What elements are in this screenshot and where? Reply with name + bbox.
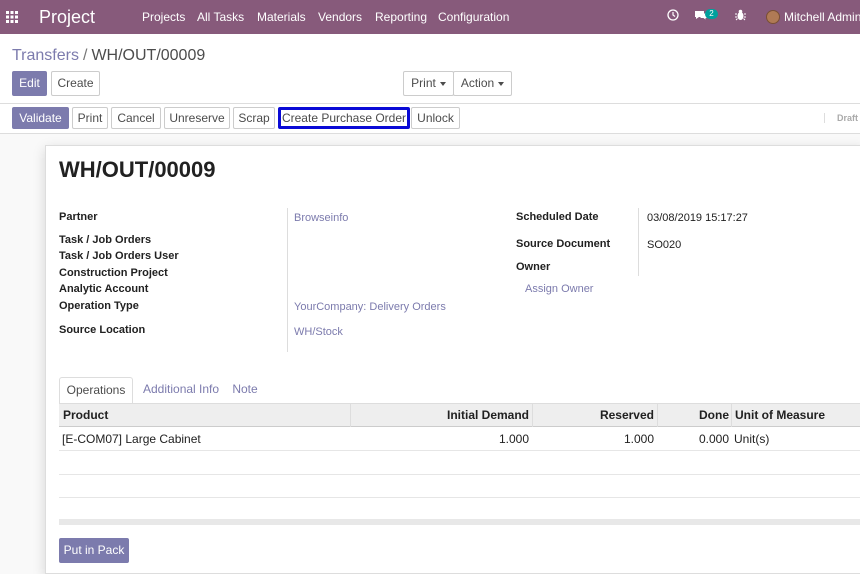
create-purchase-order-button[interactable]: Create Purchase Order (278, 107, 410, 129)
cancel-button[interactable]: Cancel (111, 107, 161, 129)
field-divider-right (638, 208, 639, 276)
column-unit-of-measure[interactable]: Unit of Measure (735, 404, 825, 427)
edit-button[interactable]: Edit (12, 71, 47, 96)
user-menu[interactable]: Mitchell Admin (784, 10, 860, 25)
validate-button[interactable]: Validate (12, 107, 69, 129)
partner-value[interactable]: Browseinfo (294, 211, 348, 225)
tab-additional-info[interactable]: Additional Info (143, 377, 219, 404)
table-header: Product Initial Demand Reserved Done Uni… (59, 404, 860, 427)
column-initial-demand[interactable]: Initial Demand (447, 404, 529, 427)
chat-badge: 2 (705, 9, 718, 19)
action-dropdown[interactable]: Action (453, 71, 512, 96)
app-brand[interactable]: Project (39, 6, 95, 28)
label-operation-type: Operation Type (59, 300, 139, 312)
tab-note[interactable]: Note (229, 377, 261, 404)
grid-icon[interactable] (6, 11, 19, 23)
user-avatar[interactable] (766, 10, 780, 24)
label-construction-project: Construction Project (59, 267, 168, 279)
bug-icon[interactable] (735, 9, 746, 25)
menu-vendors[interactable]: Vendors (318, 10, 362, 25)
label-analytic-account: Analytic Account (59, 283, 149, 295)
source-location-value[interactable]: WH/Stock (294, 325, 343, 339)
menu-projects[interactable]: Projects (142, 10, 185, 25)
scrap-button[interactable]: Scrap (233, 107, 275, 129)
breadcrumb-separator: / (82, 47, 88, 64)
form-statusbar: Validate Print Cancel Unreserve Scrap Cr… (0, 104, 860, 134)
label-owner: Owner (516, 261, 551, 273)
caret-down-icon (439, 81, 446, 86)
control-panel: Transfers / WH/OUT/00009 Edit Create Print… (0, 34, 860, 104)
column-separator (350, 404, 351, 427)
label-scheduled-date: Scheduled Date (516, 211, 599, 223)
page-title: WH/OUT/00009 (59, 157, 216, 182)
breadcrumb-transfers[interactable]: Transfers (12, 47, 79, 64)
put-in-pack-button[interactable]: Put in Pack (59, 538, 129, 563)
print-dropdown[interactable]: Print (403, 71, 454, 96)
column-done[interactable]: Done (699, 404, 729, 427)
breadcrumb-current: WH/OUT/00009 (91, 47, 206, 64)
field-divider (287, 208, 288, 352)
clock-icon[interactable] (667, 9, 679, 25)
action-dropdown-label: Action (460, 76, 495, 90)
label-task-job-orders: Task / Job Orders (59, 234, 152, 246)
label-partner: Partner (59, 211, 98, 223)
print-dropdown-label: Print (411, 76, 436, 90)
create-button[interactable]: Create (51, 71, 100, 96)
column-reserved[interactable]: Reserved (600, 404, 654, 427)
label-task-job-orders-user: Task / Job Orders User (59, 250, 179, 262)
source-document-value: SO020 (647, 239, 682, 251)
table-row[interactable]: [E-COM07] Large Cabinet 1.000 1.000 0.00… (59, 428, 860, 451)
menu-materials[interactable]: Materials (257, 10, 306, 25)
menu-all-tasks[interactable]: All Tasks (197, 10, 244, 25)
scheduled-date-value: 03/08/2019 15:17:27 (647, 212, 748, 224)
cell-unit-of-measure: Unit(s) (734, 432, 770, 446)
top-navbar: Project Projects All Tasks Materials Ven… (0, 0, 860, 34)
column-separator (657, 404, 658, 427)
caret-down-icon (498, 81, 505, 86)
empty-row (59, 452, 860, 475)
empty-row (59, 475, 860, 498)
column-separator (731, 404, 732, 427)
menu-reporting[interactable]: Reporting (375, 10, 427, 25)
empty-row (59, 498, 860, 519)
cell-reserved: 1.000 (623, 432, 654, 446)
label-source-document: Source Document (516, 238, 611, 250)
unlock-button[interactable]: Unlock (411, 107, 460, 129)
table-footer (59, 519, 860, 525)
status-draft[interactable]: Draft (823, 113, 858, 123)
tab-operations[interactable]: Operations (59, 377, 133, 404)
column-product[interactable]: Product (63, 404, 108, 427)
breadcrumb: Transfers / WH/OUT/00009 (12, 46, 205, 66)
cell-product: [E-COM07] Large Cabinet (62, 432, 201, 446)
cell-done: 0.000 (698, 432, 729, 446)
print-button[interactable]: Print (72, 107, 108, 129)
cell-initial-demand: 1.000 (498, 432, 529, 446)
owner-input[interactable]: Assign Owner (525, 282, 593, 296)
label-source-location: Source Location (59, 324, 146, 336)
operation-type-value[interactable]: YourCompany: Delivery Orders (294, 300, 446, 314)
menu-configuration[interactable]: Configuration (438, 10, 509, 25)
unreserve-button[interactable]: Unreserve (164, 107, 230, 129)
column-separator (532, 404, 533, 427)
